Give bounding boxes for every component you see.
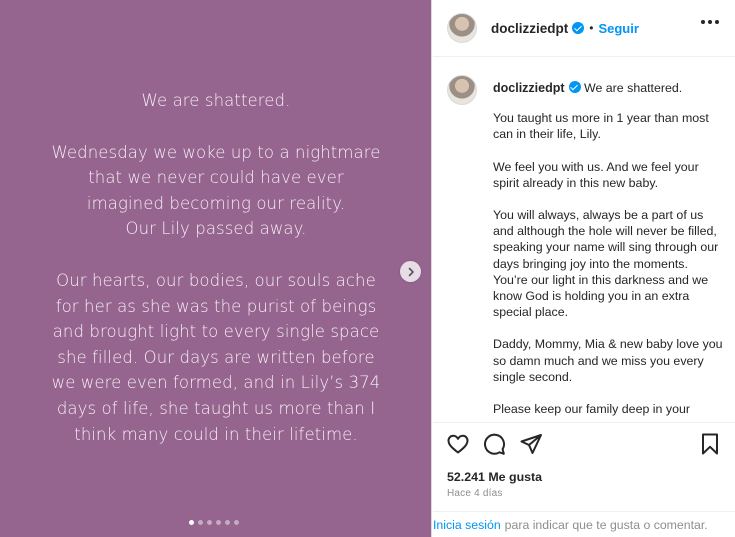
send-icon[interactable] [519, 432, 543, 456]
carousel-indicator [189, 520, 239, 525]
login-prompt: Inicia sesión para indicar que te gusta … [433, 511, 735, 537]
caption-area: doclizziedpt We are shattered. You taugh… [433, 58, 735, 422]
post-media: We are shattered. Wednesday we woke up t… [0, 0, 432, 537]
caption-avatar[interactable] [447, 75, 477, 105]
carousel-next-button[interactable] [400, 261, 421, 282]
action-bar [433, 422, 735, 462]
post-header: doclizziedpt • Seguir [433, 0, 735, 57]
bookmark-icon[interactable] [698, 432, 722, 456]
caption-paragraph: We feel you with us. And we feel your sp… [493, 159, 699, 190]
media-title: We are shattered. [141, 91, 291, 110]
media-line: Our hearts, our bodies, our souls ache [56, 270, 376, 290]
caption-username[interactable]: doclizziedpt [493, 81, 565, 95]
login-link[interactable]: Inicia sesión [433, 518, 501, 532]
heart-icon[interactable] [446, 432, 470, 456]
media-line: think many could in their lifetime. [74, 424, 358, 444]
media-line: we were even formed, and in Lily’s 374 [51, 373, 381, 393]
carousel-dot [189, 520, 194, 525]
caption-headline: We are shattered. [583, 81, 683, 95]
likes-count[interactable]: 52.241 Me gusta [447, 470, 542, 484]
media-line: days of life, she taught us more than I [56, 398, 376, 418]
caption-paragraph: You taught us more in 1 year than most c… [493, 111, 709, 142]
login-prompt-text: para indicar que te gusta o comentar. [504, 517, 708, 532]
carousel-dot [234, 520, 239, 525]
chevron-right-icon [408, 267, 414, 276]
media-line: Wednesday we woke up to a nightmare [51, 142, 381, 162]
carousel-dot [198, 520, 203, 525]
caption-paragraph: Daddy, Mommy, Mia & new baby love you so… [493, 337, 723, 384]
header-username[interactable]: doclizziedpt [491, 21, 568, 36]
comment-icon[interactable] [482, 432, 506, 456]
follow-button[interactable]: Seguir [598, 21, 638, 36]
media-line: imagined becoming our reality. [86, 193, 346, 213]
carousel-dot [216, 520, 221, 525]
caption-paragraph: You will always, always be a part of us … [493, 208, 719, 320]
post-time[interactable]: Hace 4 días [447, 488, 503, 499]
carousel-dot [207, 520, 212, 525]
verified-badge-icon [568, 81, 581, 93]
media-line: that we never could have ever [88, 168, 344, 188]
post-side-panel: doclizziedpt • Seguir doclizziedpt We ar… [433, 0, 735, 537]
media-text: We are shattered. Wednesday we woke up t… [0, 88, 432, 447]
caption-text: doclizziedpt We are shattered. You taugh… [493, 80, 725, 422]
caption-paragraph: Please keep our family deep in your [493, 402, 690, 417]
separator-dot: • [589, 21, 594, 35]
media-line: she filled. Our days are written before [57, 347, 375, 367]
more-options-icon[interactable] [701, 20, 719, 24]
media-line: and brought light to every single space [52, 322, 380, 342]
avatar[interactable] [447, 13, 477, 43]
media-line: for her as she was the purist of beings [55, 296, 377, 316]
media-line: Our Lily passed away. [125, 219, 307, 239]
carousel-dot [225, 520, 230, 525]
verified-badge-icon [572, 22, 585, 34]
